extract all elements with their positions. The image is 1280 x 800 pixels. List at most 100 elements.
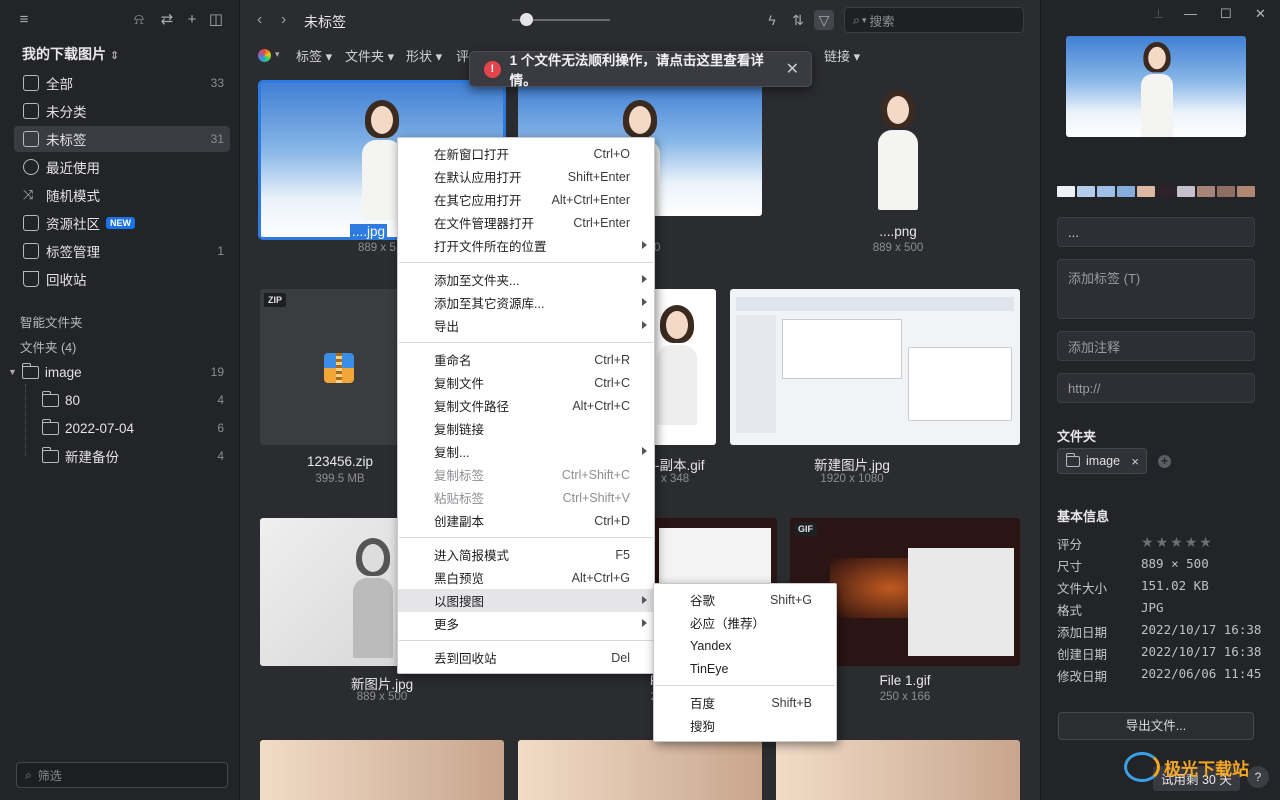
rating-stars[interactable]: ★★★★★ [1141,534,1214,551]
color-swatch[interactable] [1117,186,1135,197]
maximize-icon[interactable]: ☐ [1220,6,1232,22]
menu-item[interactable]: Yandex [654,634,836,657]
menu-item[interactable]: 进入简报模式 F5 [398,543,654,566]
menu-item[interactable]: 添加至文件夹... [398,268,654,291]
menu-item[interactable]: 在其它应用打开 Alt+Ctrl+Enter [398,188,654,211]
note-input[interactable]: 添加注释 [1057,331,1255,361]
color-palette[interactable] [1057,186,1257,197]
color-swatch[interactable] [1217,186,1235,197]
grid-tile[interactable]: ....png 889 x 500 [776,82,1020,262]
folder-80[interactable]: 80 4 [42,388,224,412]
menu-item[interactable]: 以图搜图 [398,589,654,612]
url-input[interactable]: http:// [1057,373,1255,403]
menu-item[interactable]: 黑白预览 Alt+Ctrl+G [398,566,654,589]
color-filter-icon[interactable] [258,49,271,62]
menu-item[interactable]: 在文件管理器打开 Ctrl+Enter [398,211,654,234]
add-icon[interactable]: + [184,12,200,28]
folders-header[interactable]: 文件夹 (4) [20,337,76,356]
menu-item[interactable]: 导出 [398,314,654,337]
menu-item[interactable]: 更多 [398,612,654,635]
filter-shape[interactable]: 形状 ▾ [406,46,442,65]
star-icon[interactable]: ★ [1141,534,1156,550]
menu-item[interactable]: 谷歌 Shift+G [654,588,836,611]
menu-item[interactable]: 百度 Shift+B [654,691,836,714]
color-swatch[interactable] [1157,186,1175,197]
sidebar-item-uncategorized[interactable]: 未分类 [14,98,230,124]
name-field[interactable]: ... [1057,217,1255,247]
close-icon[interactable]: ✕ [786,59,799,79]
sidebar-item-random[interactable]: ⤨ 随机模式 [14,182,230,208]
sidebar-item-tags[interactable]: 标签管理 1 [14,238,230,264]
menu-item[interactable]: 在新窗口打开 Ctrl+O [398,142,654,165]
color-swatch[interactable] [1057,186,1075,197]
color-swatch[interactable] [1177,186,1195,197]
star-icon[interactable]: ★ [1156,534,1171,550]
zoom-slider-handle[interactable] [520,13,533,26]
thumbnail[interactable] [776,82,1020,238]
sync-icon[interactable]: ⇄ [159,12,175,28]
sidebar-item-trash[interactable]: 回收站 [14,266,230,292]
thumbnail[interactable] [260,740,504,800]
grid-tile[interactable]: 新建图片.jpg 1920 x 1080 [730,289,1020,489]
menu-item[interactable]: 在默认应用打开 Shift+Enter [398,165,654,188]
color-swatch[interactable] [1077,186,1095,197]
grid-tile[interactable] [776,740,1020,800]
color-swatch[interactable] [1237,186,1255,197]
filter-tags[interactable]: 标签 ▾ [296,46,332,65]
sort-icon[interactable]: ⇅ [788,10,808,30]
menu-item[interactable]: 必应（推荐） [654,611,836,634]
menu-item[interactable]: TinEye [654,657,836,680]
minimize-icon[interactable]: — [1184,6,1197,21]
menu-item[interactable]: 添加至其它资源库... [398,291,654,314]
error-toast[interactable]: ! 1 个文件无法顺利操作，请点击这里查看详情。 ✕ [469,49,812,89]
toast-message[interactable]: 1 个文件无法顺利操作，请点击这里查看详情。 [510,49,786,89]
filter-icon[interactable]: ▽ [814,10,834,30]
folder-2022-07-04[interactable]: 2022-07-04 6 [42,416,224,440]
library-switcher[interactable]: 我的下载图片 ⇕ [22,44,119,64]
star-icon[interactable]: ★ [1185,534,1200,550]
color-swatch[interactable] [1097,186,1115,197]
layout-icon[interactable]: ◫ [208,12,224,28]
caret-down-icon[interactable]: ▼ [8,367,17,377]
tags-input[interactable]: 添加标签 (T) [1057,259,1255,319]
star-icon[interactable]: ★ [1199,534,1214,550]
sidebar-item-all[interactable]: 全部 33 [14,70,230,96]
menu-item[interactable]: 复制文件路径 Alt+Ctrl+C [398,394,654,417]
folder-backup[interactable]: 新建备份 4 [42,444,224,468]
export-button[interactable]: 导出文件... [1058,712,1254,740]
color-swatch[interactable] [1137,186,1155,197]
thumbnail[interactable] [776,740,1020,800]
grid-tile[interactable] [260,740,504,800]
color-swatch[interactable] [1197,186,1215,197]
menu-icon[interactable]: ≡ [16,12,32,28]
sidebar-item-recent[interactable]: 最近使用 [14,154,230,180]
forward-icon[interactable]: › [281,11,286,29]
file-name[interactable]: ....jpg [350,224,388,239]
filter-folder[interactable]: 文件夹 ▾ [345,46,394,65]
menu-item[interactable]: 丢到回收站 Del [398,646,654,669]
menu-item[interactable]: 复制文件 Ctrl+C [398,371,654,394]
menu-item[interactable]: 创建副本 Ctrl+D [398,509,654,532]
smart-folders-header[interactable]: 智能文件夹 [20,312,83,331]
folder-chip[interactable]: image × [1057,448,1147,474]
pin-icon[interactable]: ⊥ [1153,6,1164,22]
sidebar-item-community[interactable]: 资源社区 NEW [14,210,230,236]
sidebar-filter-input[interactable]: ⌕ 筛选 [16,762,228,788]
search-input[interactable]: ⌕ ▾ 搜索 [844,7,1024,33]
menu-item[interactable]: 复制链接 [398,417,654,440]
thumbnail[interactable] [518,740,762,800]
menu-item[interactable]: 重命名 Ctrl+R [398,348,654,371]
close-window-icon[interactable]: ✕ [1255,6,1266,22]
thumbnail[interactable] [730,289,1020,445]
star-icon[interactable]: ★ [1170,534,1185,550]
remove-icon[interactable]: × [1131,454,1139,469]
folder-image[interactable]: ▼ image 19 [8,360,224,384]
menu-item[interactable]: 打开文件所在的位置 [398,234,654,257]
add-folder-icon[interactable]: + [1158,455,1171,468]
bell-icon[interactable]: ⍾ [131,12,147,28]
help-button[interactable]: ? [1247,766,1269,788]
sidebar-item-untagged[interactable]: 未标签 31 [14,126,230,152]
menu-item[interactable]: 复制... [398,440,654,463]
menu-item[interactable]: 搜狗 [654,714,836,737]
filter-link[interactable]: 链接 ▾ [824,46,860,65]
